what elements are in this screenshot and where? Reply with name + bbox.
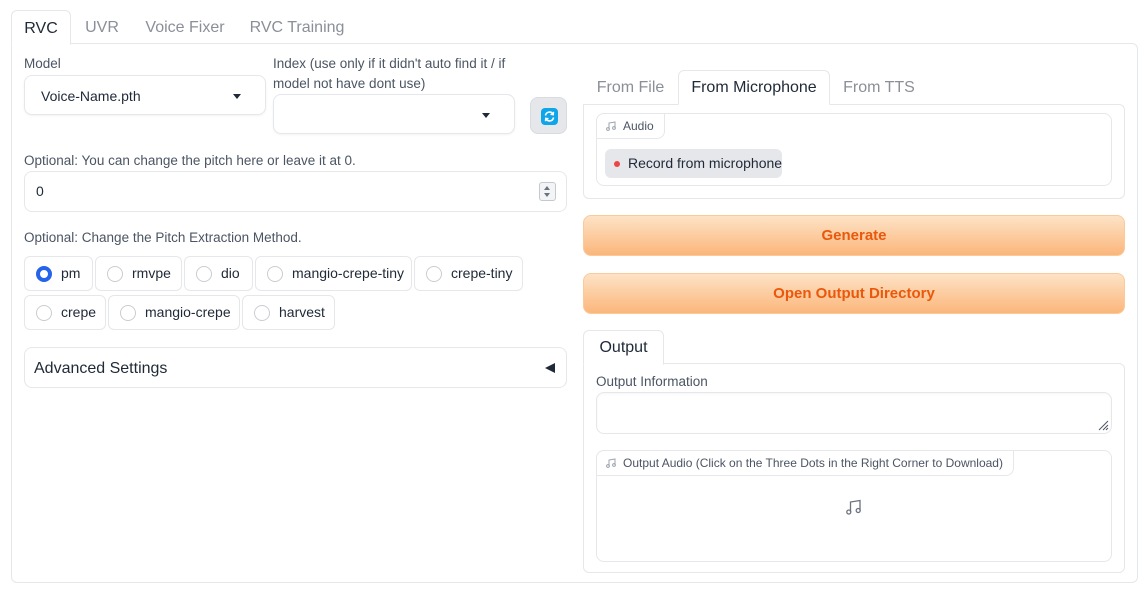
radio-indicator <box>107 266 123 282</box>
radio-label: dio <box>221 265 240 281</box>
radio-indicator <box>36 266 52 282</box>
advanced-settings-accordion[interactable]: Advanced Settings <box>24 347 567 388</box>
output-audio-label-tag: Output Audio (Click on the Three Dots in… <box>596 450 1014 476</box>
music-note-icon <box>606 121 616 131</box>
pitch-input[interactable]: 0 <box>24 171 567 212</box>
tab-output[interactable]: Output <box>583 330 664 365</box>
tab-voice-fixer[interactable]: Voice Fixer <box>141 10 229 44</box>
radio-indicator <box>36 305 52 321</box>
tab-from-file[interactable]: From File <box>590 71 671 105</box>
tab-rvc-training[interactable]: RVC Training <box>246 10 348 44</box>
resize-handle-icon[interactable] <box>1097 419 1109 431</box>
radio-indicator <box>120 305 136 321</box>
radio-label: harvest <box>279 304 325 320</box>
radio-label: crepe-tiny <box>451 265 513 281</box>
radio-label: rmvpe <box>132 265 171 281</box>
radio-pm[interactable]: pm <box>24 256 93 291</box>
chevron-down-icon <box>482 113 490 118</box>
collapse-triangle-icon <box>545 363 555 373</box>
tab-from-microphone[interactable]: From Microphone <box>678 70 830 105</box>
chevron-down-icon <box>544 193 550 197</box>
record-label: Record from microphone <box>628 155 783 171</box>
radio-mangio-crepe[interactable]: mangio-crepe <box>108 295 240 330</box>
chevron-up-icon <box>544 186 550 190</box>
model-value: Voice-Name.pth <box>41 88 141 104</box>
generate-button[interactable]: Generate <box>583 215 1125 256</box>
radio-label: crepe <box>61 304 97 320</box>
radio-indicator <box>426 266 442 282</box>
model-label: Model <box>24 56 61 71</box>
radio-label: pm <box>61 265 81 281</box>
radio-rmvpe[interactable]: rmvpe <box>95 256 182 291</box>
radio-mangio-crepe-tiny[interactable]: mangio-crepe-tiny <box>255 256 412 291</box>
radio-crepe-tiny[interactable]: crepe-tiny <box>414 256 523 291</box>
pitch-label: Optional: You can change the pitch here … <box>24 153 356 168</box>
output-audio-label: Output Audio (Click on the Three Dots in… <box>623 456 1003 470</box>
tab-rvc[interactable]: RVC <box>11 10 71 45</box>
radio-dio[interactable]: dio <box>184 256 253 291</box>
chevron-down-icon <box>233 94 241 99</box>
index-label-line1: Index (use only if it didn't auto find i… <box>273 56 506 71</box>
radio-indicator <box>196 266 212 282</box>
audio-label: Audio <box>623 119 654 133</box>
radio-crepe[interactable]: crepe <box>24 295 106 330</box>
audio-label-tag: Audio <box>596 113 665 139</box>
radio-label: mangio-crepe-tiny <box>292 265 405 281</box>
record-button[interactable]: Record from microphone <box>605 149 782 178</box>
tab-from-tts[interactable]: From TTS <box>836 71 922 105</box>
radio-label: mangio-crepe <box>145 304 231 320</box>
advanced-settings-label: Advanced Settings <box>34 360 168 377</box>
pitch-value: 0 <box>36 183 44 199</box>
index-dropdown[interactable] <box>273 94 515 134</box>
refresh-icon <box>541 108 558 125</box>
index-label-line2: model not have dont use) <box>273 76 426 91</box>
music-note-icon <box>846 499 861 515</box>
radio-indicator <box>267 266 283 282</box>
output-info-textarea[interactable] <box>596 392 1112 434</box>
method-label: Optional: Change the Pitch Extraction Me… <box>24 230 302 245</box>
model-dropdown[interactable]: Voice-Name.pth <box>24 75 266 115</box>
tab-uvr[interactable]: UVR <box>77 10 127 44</box>
radio-indicator <box>254 305 270 321</box>
record-dot-icon <box>614 161 620 167</box>
output-info-label: Output Information <box>596 374 708 389</box>
number-spinner[interactable] <box>539 182 556 201</box>
refresh-button[interactable] <box>530 97 567 134</box>
music-note-icon <box>606 458 616 468</box>
radio-harvest[interactable]: harvest <box>242 295 335 330</box>
open-output-directory-button[interactable]: Open Output Directory <box>583 273 1125 314</box>
